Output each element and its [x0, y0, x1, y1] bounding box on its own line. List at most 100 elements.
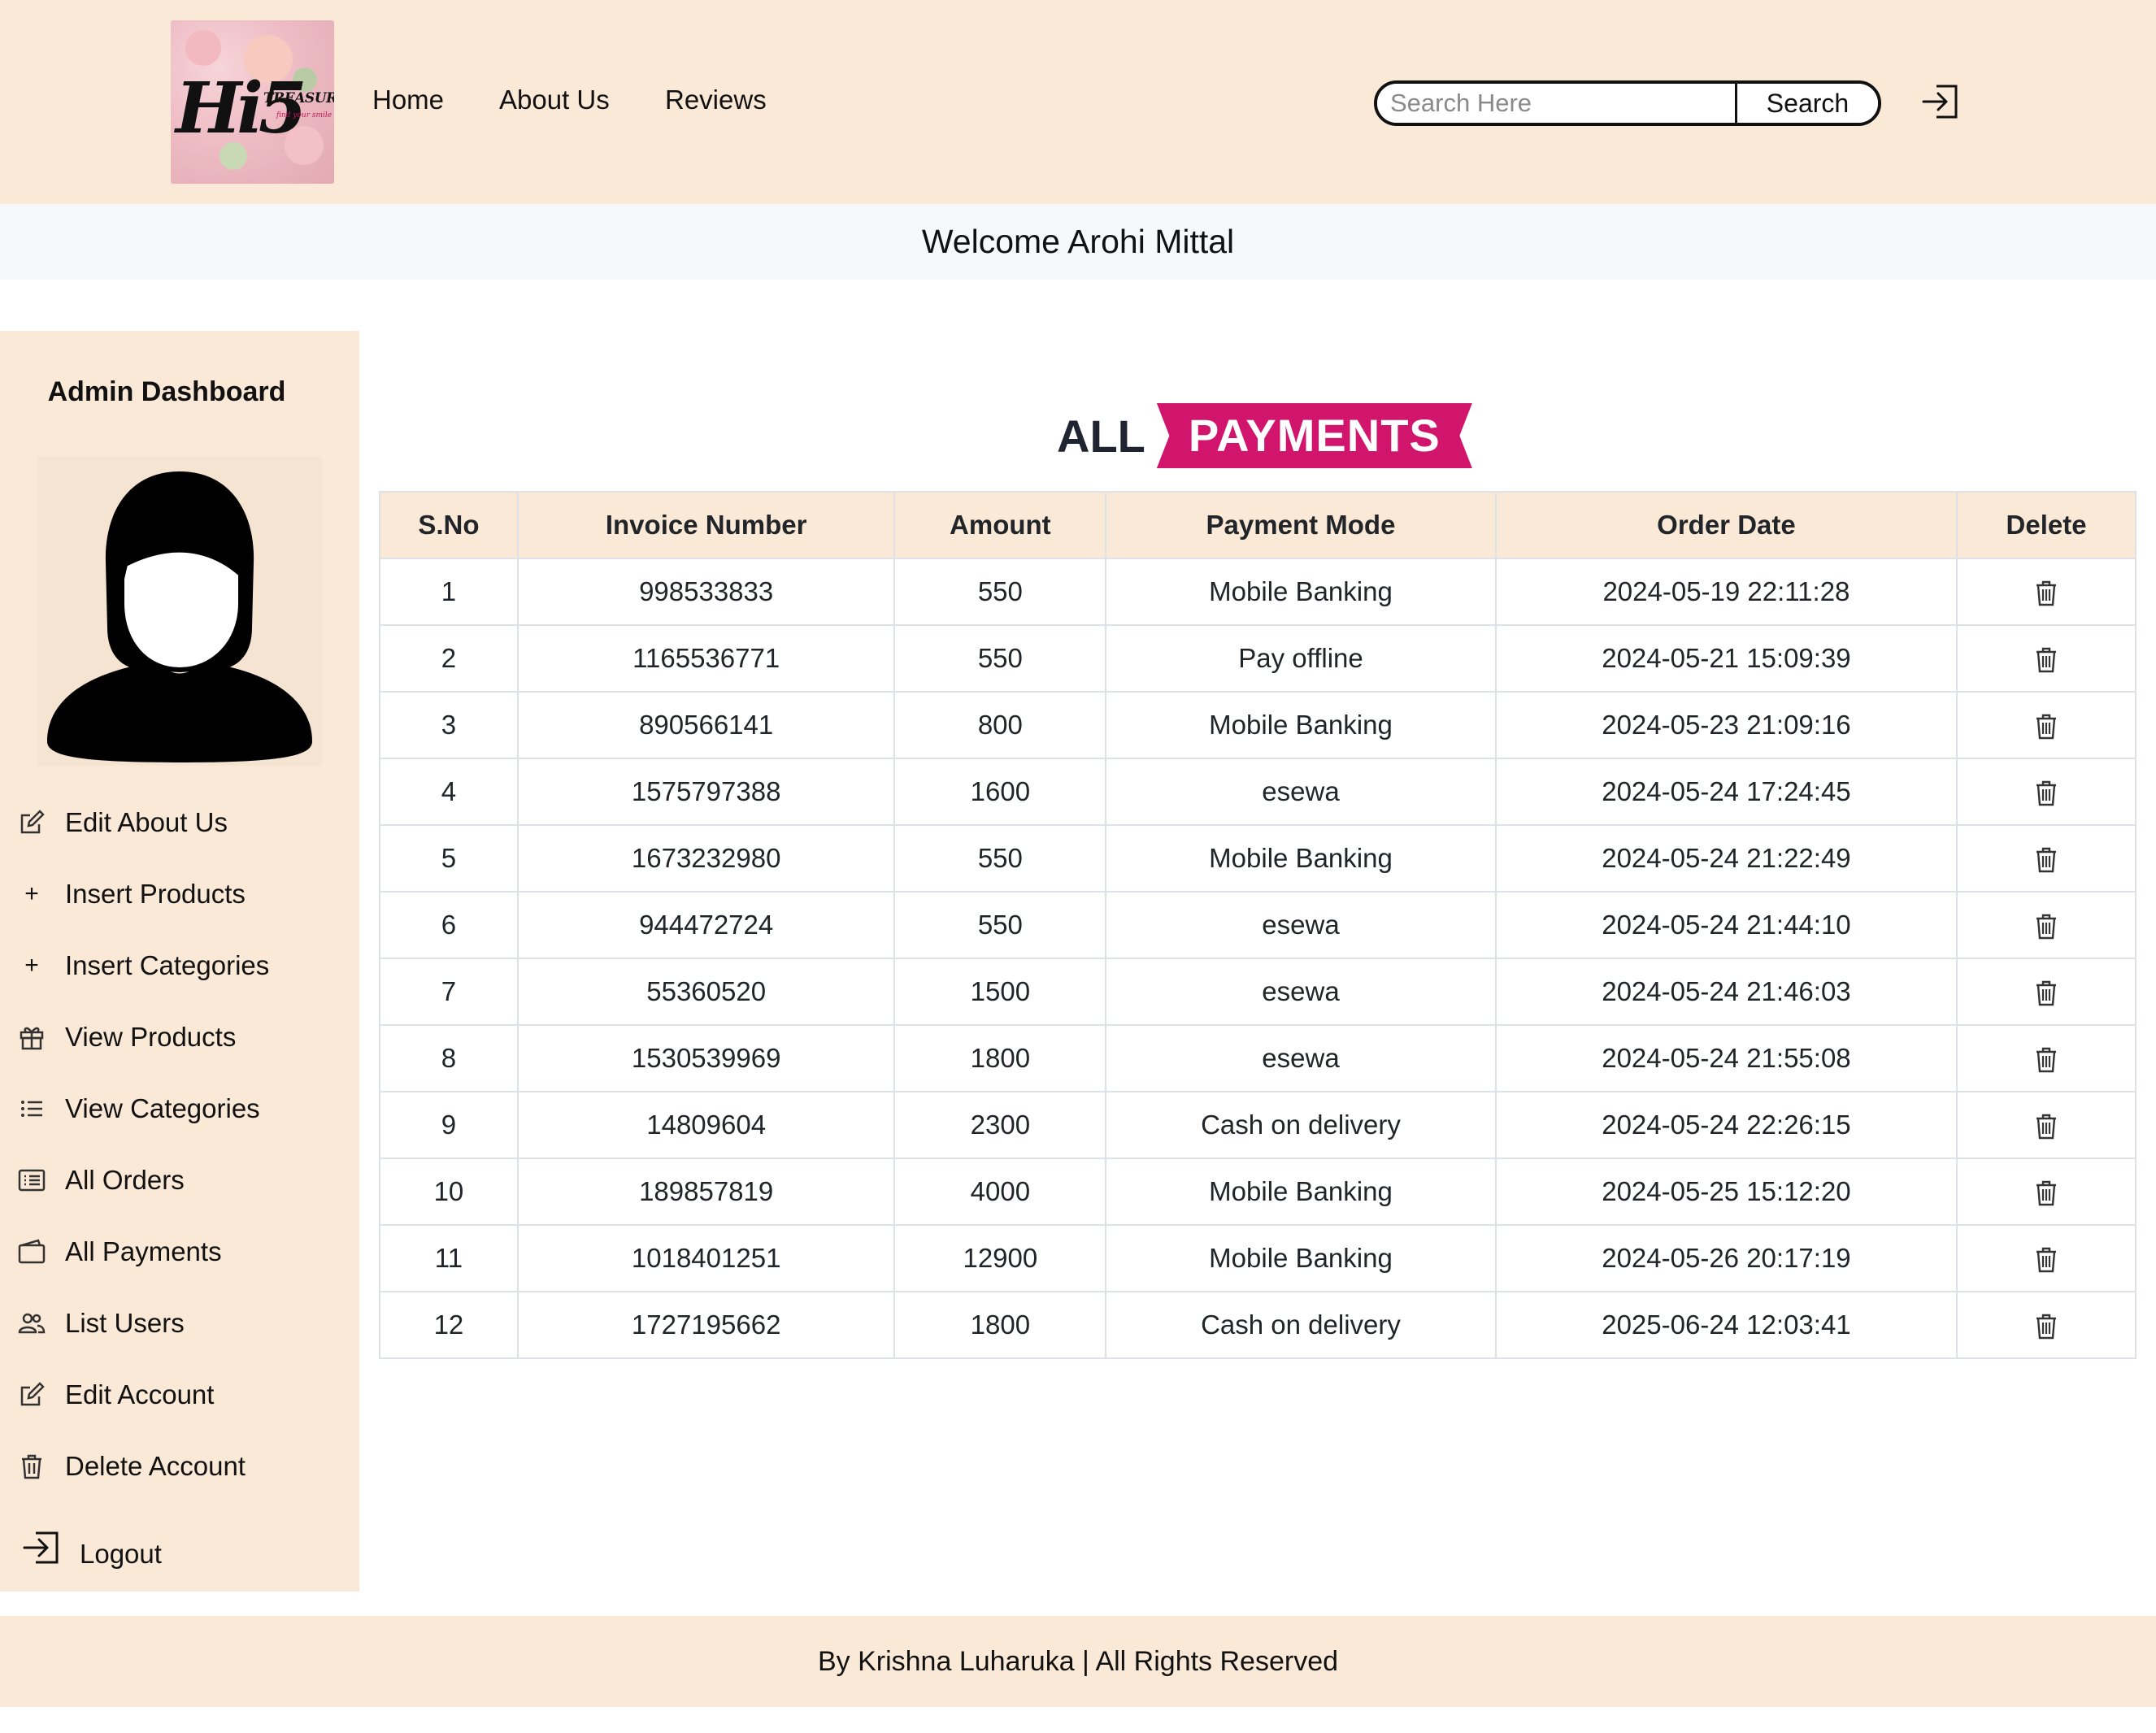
trash-icon[interactable]: [2034, 1046, 2058, 1074]
nav-home-link[interactable]: Home: [372, 85, 444, 115]
sidebar-item-label: Insert Products: [65, 879, 246, 909]
cell-payment-mode: Mobile Banking: [1105, 1158, 1497, 1226]
cell-invoice-number: 890566141: [516, 691, 896, 759]
trash-icon[interactable]: [2034, 580, 2058, 607]
table-row: 2 1165536771 550 Pay offline 2024-05-21 15:0…: [379, 624, 2136, 693]
logo-flower-decoration: [185, 30, 221, 66]
cell-invoice-number: 14809604: [516, 1091, 896, 1159]
table-row: 8 1530539969 1800 esewa 2024-05-24 21:55:08: [379, 1024, 2136, 1092]
cell-order-date: 2025-06-24 12:03:41: [1494, 1291, 1958, 1359]
cell-sno: 3: [379, 691, 519, 759]
cell-payment-mode: Mobile Banking: [1105, 824, 1497, 893]
welcome-banner: Welcome Arohi Mittal: [0, 204, 2156, 280]
table-row: 7 55360520 1500 esewa 2024-05-24 21:46:03: [379, 958, 2136, 1026]
sidebar-item-list-users[interactable]: List Users: [18, 1303, 185, 1344]
cell-payment-mode: Mobile Banking: [1105, 691, 1497, 759]
sidebar-item-logout[interactable]: Logout: [21, 1527, 162, 1569]
sidebar-item-label: View Products: [65, 1022, 237, 1052]
sidebar-item-label: Edit Account: [65, 1379, 215, 1409]
column-header-delete: Delete: [1956, 491, 2136, 559]
sidebar-item-delete-account[interactable]: Delete Account: [18, 1446, 246, 1487]
search-form: Search: [1374, 80, 1881, 126]
cell-sno: 4: [379, 758, 519, 826]
cell-invoice-number: 55360520: [516, 958, 896, 1026]
site-footer: By Krishna Luharuka | All Rights Reserve…: [0, 1616, 2156, 1707]
logo-text: Hi5: [176, 67, 307, 150]
trash-icon[interactable]: [2034, 780, 2058, 807]
table-row: 6 944472724 550 esewa 2024-05-24 21:44:10: [379, 891, 2136, 959]
search-button[interactable]: Search: [1735, 84, 1878, 123]
column-header-sno: S.No: [379, 491, 519, 559]
cell-delete: [1956, 958, 2136, 1026]
cell-invoice-number: 1673232980: [516, 824, 896, 893]
wallet-icon: [18, 1239, 46, 1264]
cell-order-date: 2024-05-24 21:22:49: [1494, 824, 1958, 893]
cell-amount: 550: [893, 891, 1107, 959]
cell-payment-mode: esewa: [1105, 1024, 1497, 1092]
trash-icon[interactable]: [2034, 646, 2058, 674]
cell-sno: 1: [379, 558, 519, 626]
cell-payment-mode: esewa: [1105, 958, 1497, 1026]
cell-amount: 800: [893, 691, 1107, 759]
sidebar-item-all-payments[interactable]: All Payments: [18, 1231, 222, 1272]
cell-amount: 4000: [893, 1158, 1107, 1226]
page-title: ALL PAYMENTS: [1057, 403, 1472, 468]
cell-delete: [1956, 891, 2136, 959]
cell-amount: 12900: [893, 1224, 1107, 1292]
logo-tagline: find your smile: [276, 111, 333, 119]
sidebar-item-view-products[interactable]: View Products: [18, 1017, 236, 1058]
cell-delete: [1956, 1291, 2136, 1359]
cell-sno: 11: [379, 1224, 519, 1292]
cell-order-date: 2024-05-26 20:17:19: [1494, 1224, 1958, 1292]
table-row: 9 14809604 2300 Cash on delivery 2024-05-24 …: [379, 1091, 2136, 1159]
cell-invoice-number: 1165536771: [516, 624, 896, 693]
trash-icon: [22, 1454, 41, 1479]
cell-order-date: 2024-05-23 21:09:16: [1494, 691, 1958, 759]
nav-reviews-link[interactable]: Reviews: [665, 85, 767, 115]
users-icon: [18, 1313, 46, 1334]
cell-sno: 5: [379, 824, 519, 893]
cell-amount: 1800: [893, 1024, 1107, 1092]
login-icon[interactable]: [1920, 81, 1963, 122]
cell-sno: 10: [379, 1158, 519, 1226]
card-list-icon: [18, 1169, 46, 1192]
cell-payment-mode: Mobile Banking: [1105, 1224, 1497, 1292]
trash-icon[interactable]: [2034, 979, 2058, 1007]
table-row: 10 189857819 4000 Mobile Banking 2024-05-25 …: [379, 1158, 2136, 1226]
table-row: 3 890566141 800 Mobile Banking 2024-05-23 21…: [379, 691, 2136, 759]
cell-order-date: 2024-05-24 17:24:45: [1494, 758, 1958, 826]
nav-about-link[interactable]: About Us: [499, 85, 610, 115]
cell-order-date: 2024-05-24 21:46:03: [1494, 958, 1958, 1026]
sidebar-item-view-categories[interactable]: View Categories: [18, 1088, 260, 1129]
gift-icon: [20, 1027, 44, 1050]
sidebar-item-label: List Users: [65, 1308, 185, 1338]
trash-icon[interactable]: [2034, 1246, 2058, 1274]
trash-icon[interactable]: [2034, 1179, 2058, 1207]
search-input[interactable]: [1377, 84, 1735, 123]
sidebar-item-all-orders[interactable]: All Orders: [18, 1160, 185, 1201]
cell-payment-mode: Cash on delivery: [1105, 1091, 1497, 1159]
sidebar-item-insert-categories[interactable]: + Insert Categories: [18, 945, 269, 986]
sidebar-item-label: All Payments: [65, 1236, 222, 1266]
brand-logo[interactable]: Hi5 TREASURES find your smile: [171, 20, 334, 184]
page-title-prefix: ALL: [1057, 410, 1145, 462]
trash-icon[interactable]: [2034, 913, 2058, 940]
edit-icon: [20, 1382, 45, 1406]
sidebar-item-insert-products[interactable]: + Insert Products: [18, 874, 246, 914]
trash-icon[interactable]: [2034, 1313, 2058, 1340]
cell-payment-mode: Mobile Banking: [1105, 558, 1497, 626]
trash-icon[interactable]: [2034, 846, 2058, 874]
cell-order-date: 2024-05-24 21:44:10: [1494, 891, 1958, 959]
sidebar-item-label: View Categories: [65, 1093, 260, 1123]
cell-order-date: 2024-05-24 22:26:15: [1494, 1091, 1958, 1159]
sidebar-item-label: Edit About Us: [65, 807, 228, 837]
cell-invoice-number: 944472724: [516, 891, 896, 959]
sidebar-item-edit-about-us[interactable]: Edit About Us: [18, 802, 228, 843]
trash-icon[interactable]: [2034, 713, 2058, 741]
trash-icon[interactable]: [2034, 1113, 2058, 1140]
payments-table-body: 1 998533833 550 Mobile Banking 2024-05-19 22…: [379, 558, 2136, 1359]
sidebar-item-edit-account[interactable]: Edit Account: [18, 1375, 214, 1415]
cell-delete: [1956, 558, 2136, 626]
plus-icon: +: [24, 952, 39, 979]
cell-sno: 2: [379, 624, 519, 693]
